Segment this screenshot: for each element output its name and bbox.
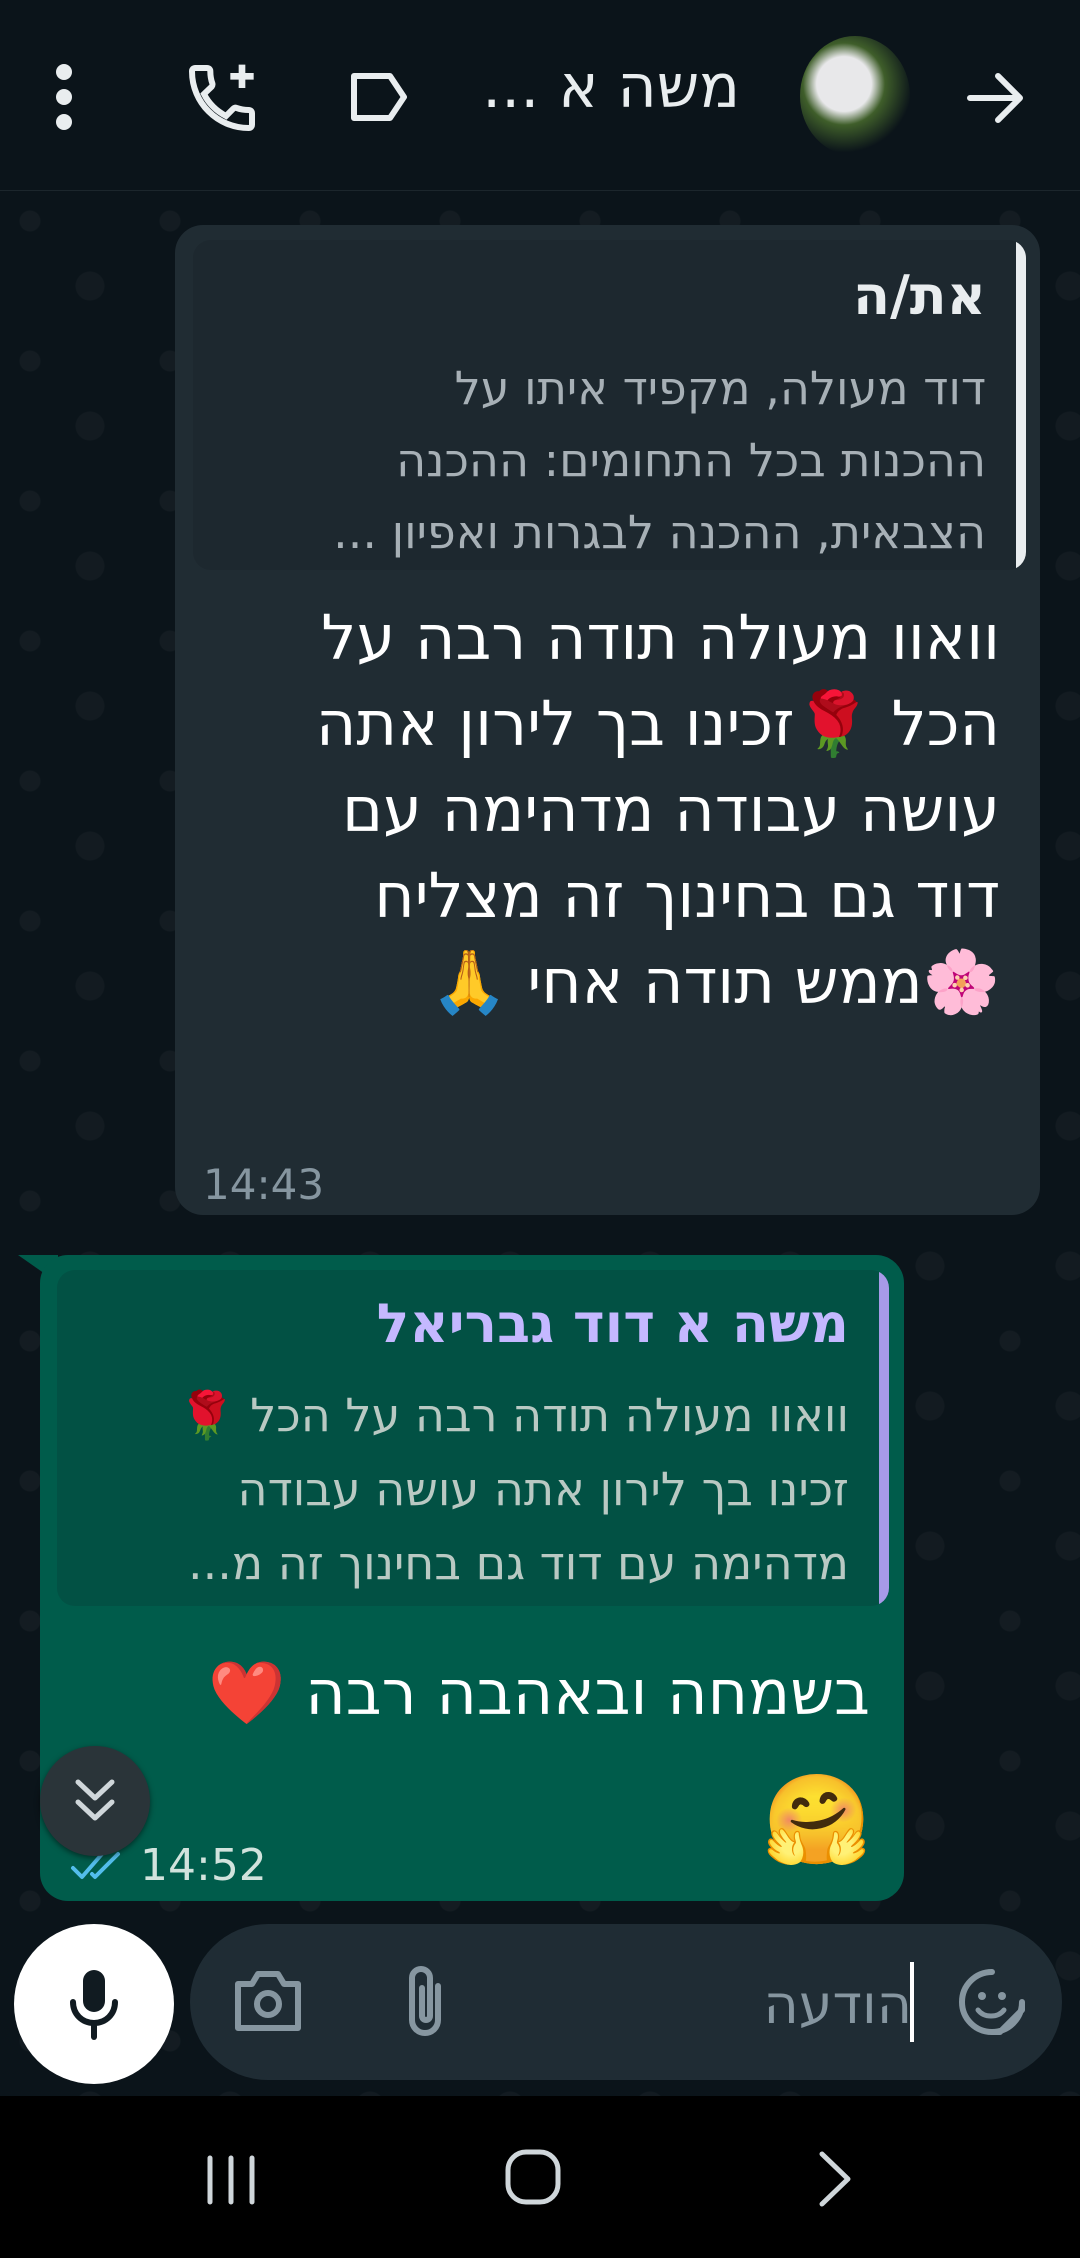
quoted-line: דוד מעולה, מקפיד איתו על [454,361,986,415]
incoming-timestamp: 14:43 [203,1160,325,1209]
quoted-line: ההכנות בכל התחומים: ההכנה [396,433,986,487]
quoted-sender-name: משה א דוד גבריאל [376,1292,849,1355]
incoming-quoted-message[interactable]: את/ה דוד מעולה, מקפיד איתו על ההכנות בכל… [193,240,1026,570]
incoming-message-text: וואוו מעולה תודה רבה על הכל 🌹זכינו בך לי… [180,595,1000,1025]
message-line: עושה עבודה מדהימה עם [341,773,1000,846]
contact-name[interactable]: משה א ... [482,52,740,122]
message-line: וואוו מעולה תודה רבה על [321,601,1000,674]
more-vert-icon[interactable] [52,62,76,132]
scroll-to-bottom-button[interactable] [40,1746,150,1856]
outgoing-message-text: בשמחה ובאהבה רבה ❤️ [208,1656,870,1729]
system-navigation-bar [0,2096,1080,2258]
chat-header: משה א ... [0,0,1080,191]
voice-record-button[interactable] [14,1924,174,2084]
message-line: דוד גם בחינוך זה מצליח [374,859,1000,932]
quoted-line: זכינו בך לירון אתה עושה עבודה [237,1462,849,1516]
quoted-sender-name: את/ה [852,264,986,327]
recent-apps-icon[interactable] [204,2154,258,2206]
hugging-face-emoji: 🤗 [762,1768,872,1871]
quote-accent-bar [879,1270,889,1606]
add-call-icon[interactable] [182,58,262,138]
double-chevron-down-icon [75,1779,115,1821]
outgoing-quoted-message[interactable]: משה א דוד גבריאל וואוו מעולה תודה רבה על… [57,1270,889,1606]
contact-avatar[interactable] [800,36,910,156]
microphone-icon [70,1970,118,2040]
quoted-line: וואוו מעולה תודה רבה על הכל 🌹 [178,1388,849,1442]
back-icon[interactable] [814,2150,858,2208]
quoted-line: מדהימה עם דוד גם בחינוך זה מ... [188,1536,849,1590]
quoted-line: הצבאית, ההכנה לבגרות ואפיון ... [333,505,986,559]
quoted-text: דוד מעולה, מקפיד איתו על ההכנות בכל התחו… [226,352,986,568]
label-icon[interactable] [348,70,410,124]
text-caret [910,1962,914,2042]
message-input[interactable] [430,1958,914,2050]
message-line: 🌸ממש תודה אחי 🙏 [430,945,1000,1018]
quoted-text: וואוו מעולה תודה רבה על הכל 🌹 זכינו בך ל… [89,1378,849,1600]
message-line: הכל 🌹זכינו בך לירון אתה [315,687,1000,760]
arrow-right-icon[interactable] [966,70,1028,126]
camera-icon[interactable] [232,1968,304,2034]
sticker-icon[interactable] [956,1966,1028,2038]
outgoing-timestamp: 14:52 [140,1840,267,1891]
home-icon[interactable] [504,2148,562,2206]
quote-accent-bar [1016,240,1026,570]
